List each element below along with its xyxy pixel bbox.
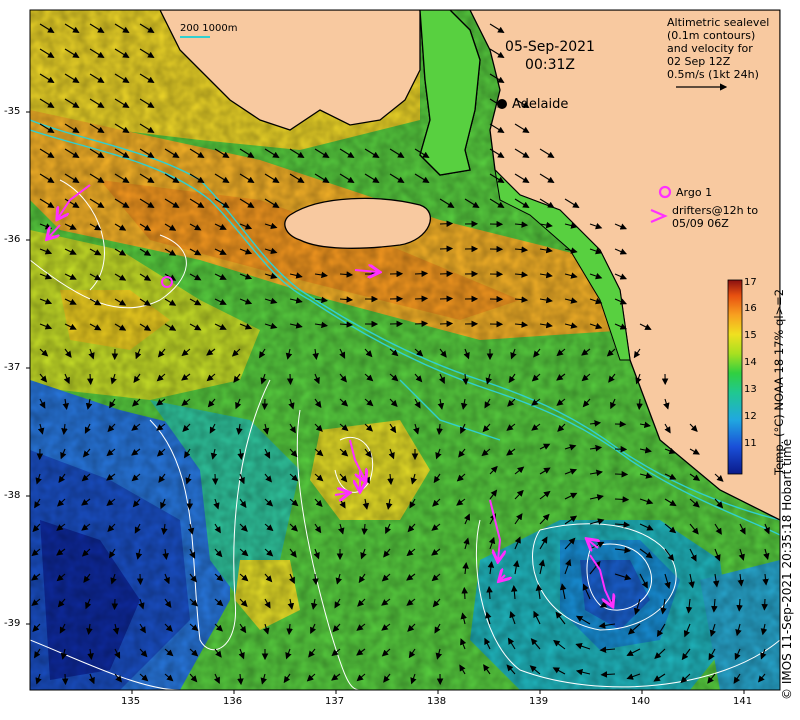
latitude-tick-label: -36 <box>4 234 21 245</box>
velocity-arrow <box>186 498 194 511</box>
velocity-arrow <box>414 295 429 302</box>
velocity-arrow <box>614 470 629 478</box>
colorbar-tick: 16 <box>744 303 757 314</box>
longitude-tick-label: 136 <box>223 696 243 707</box>
velocity-arrow <box>87 373 94 386</box>
altimetry-note-line: 0.5m/s (1kt 24h) <box>667 68 759 81</box>
date-label: 05-Sep-2021 <box>505 39 595 55</box>
altimetry-note-line: 02 Sep 12Z <box>667 55 731 68</box>
longitude-tick-label: 140 <box>631 696 651 707</box>
velocity-arrow <box>61 673 69 686</box>
velocity-arrow <box>414 270 429 277</box>
drifters-legend-line: drifters@12h to <box>672 204 759 217</box>
image-date: 05-Sep-2021 00:31Z <box>490 38 610 74</box>
altimetry-note-line: (0.1m contours) <box>667 29 756 42</box>
argo-legend-label: Argo 1 <box>676 186 713 199</box>
longitude-tick-label: 137 <box>325 696 345 707</box>
velocity-arrow <box>286 373 294 386</box>
velocity-arrow <box>439 245 454 253</box>
velocity-arrow <box>461 586 468 600</box>
drifters-legend-label: drifters@12h to 05/09 06Z <box>672 204 758 230</box>
drifters-legend-line: 05/09 06Z <box>672 217 729 230</box>
sst-map <box>26 9 781 694</box>
latitude-tick-label: -37 <box>4 362 21 373</box>
credit-text: © IMOS 11-Sep-2021 20:35:18 Hobart time <box>780 438 794 700</box>
latitude-tick-label: -38 <box>4 490 21 501</box>
altimetry-note-line: and velocity for <box>667 42 753 55</box>
longitude-tick-label: 141 <box>733 696 753 707</box>
sea-surface-temperature-field <box>30 10 780 690</box>
longitude-tick-label: 135 <box>121 696 141 707</box>
altimetry-note-line: Altimetric sealevel <box>667 16 770 29</box>
adelaide-marker <box>497 99 507 109</box>
velocity-arrow <box>439 270 454 278</box>
velocity-arrow <box>439 220 454 228</box>
velocity-arrow <box>261 398 269 411</box>
colorbar-tick: 12 <box>744 411 757 422</box>
velocity-arrow <box>439 320 454 328</box>
velocity-arrow <box>414 320 429 327</box>
colorbar-tick: 14 <box>744 357 757 368</box>
city-label-adelaide: Adelaide <box>512 97 569 112</box>
colorbar-tick: 11 <box>744 438 757 449</box>
velocity-arrow <box>111 598 119 611</box>
longitude-tick-label: 138 <box>427 696 447 707</box>
velocity-arrow <box>211 473 219 486</box>
longitude-tick-label: 139 <box>529 696 549 707</box>
colorbar-tick: 17 <box>744 277 757 288</box>
latitude-tick-label: -35 <box>4 106 21 117</box>
colorbar-tick: 13 <box>744 384 757 395</box>
velocity-arrow <box>761 598 769 611</box>
bathymetry-scale-label: 200 1000m <box>180 23 238 34</box>
colorbar <box>727 279 743 475</box>
velocity-arrow <box>614 496 630 503</box>
velocity-arrow <box>439 295 454 303</box>
velocity-arrow <box>136 573 144 586</box>
time-label: 00:31Z <box>525 57 575 73</box>
colorbar-tick: 15 <box>744 330 757 341</box>
altimetry-note: Altimetric sealevel (0.1m contours) and … <box>667 16 769 81</box>
latitude-tick-label: -39 <box>4 618 21 629</box>
